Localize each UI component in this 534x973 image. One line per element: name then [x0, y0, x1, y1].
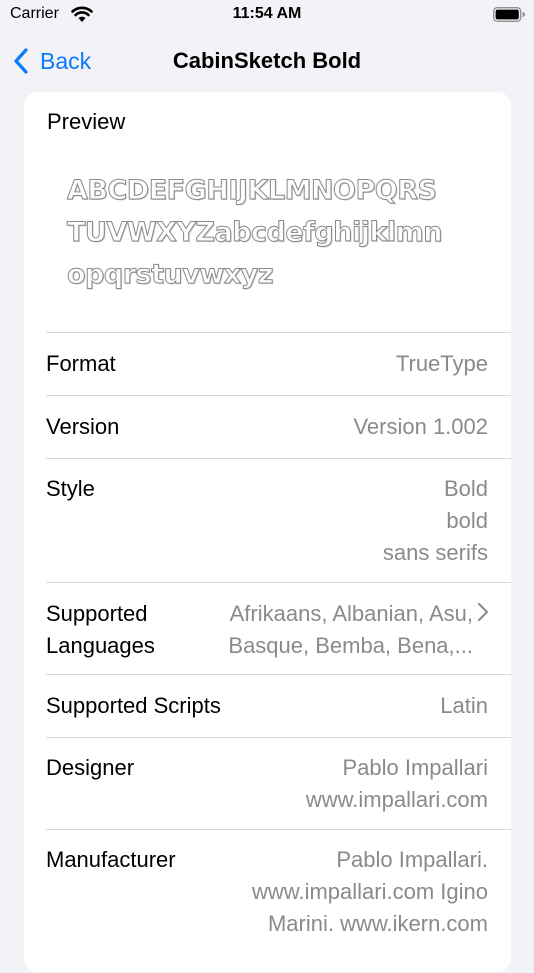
- manufacturer-key: Manufacturer: [46, 847, 176, 872]
- supported-scripts-value: Latin: [440, 693, 488, 718]
- designer-row: Designer Pablo Impallari www.impallari.c…: [46, 737, 511, 830]
- version-key: Version: [46, 414, 120, 439]
- supported-languages-key: Supported Languages: [46, 601, 155, 658]
- status-time: 11:54 AM: [232, 5, 302, 22]
- preview-line: TUVWXYZabcdefghijklmn: [67, 217, 444, 249]
- font-info-card: Preview ABCDEFGHIJKLMNOPQRS TUVWXYZabcde…: [24, 92, 511, 972]
- manufacturer-value: Pablo Impallari. www.impallari.com Igino…: [252, 847, 488, 936]
- format-value: TrueType: [395, 351, 488, 376]
- supported-languages-row[interactable]: Supported Languages Afrikaans, Albanian,…: [46, 582, 511, 675]
- font-preview-sample: ABCDEFGHIJKLMNOPQRS TUVWXYZabcdefghijklm…: [67, 170, 487, 296]
- manufacturer-row: Manufacturer Pablo Impallari. www.impall…: [46, 829, 511, 973]
- supported-languages-value: Afrikaans, Albanian, Asu, Basque, Bemba,…: [228, 601, 473, 658]
- preview-line: opqrstuvwxyz: [67, 259, 275, 291]
- format-key: Format: [46, 351, 116, 376]
- style-row: Style Bold bold sans serifs: [46, 458, 511, 583]
- chevron-right-icon: [477, 602, 489, 622]
- navigation-bar: Back CabinSketch Bold: [0, 40, 534, 84]
- supported-scripts-row: Supported Scripts Latin: [46, 674, 511, 737]
- designer-value: Pablo Impallari www.impallari.com: [305, 755, 488, 812]
- preview-label: Preview: [47, 109, 126, 134]
- format-row: Format TrueType: [46, 332, 511, 395]
- page-title: CabinSketch Bold: [172, 48, 362, 73]
- battery-icon: [493, 7, 525, 22]
- version-row: Version Version 1.002: [46, 395, 511, 458]
- style-value: Bold bold sans serifs: [382, 476, 488, 565]
- style-key: Style: [46, 476, 95, 501]
- supported-scripts-key: Supported Scripts: [46, 693, 221, 718]
- version-value: Version 1.002: [353, 414, 488, 439]
- status-bar: Carrier 11:54 AM: [0, 0, 534, 32]
- designer-key: Designer: [46, 755, 135, 780]
- preview-line: ABCDEFGHIJKLMNOPQRS: [67, 175, 438, 207]
